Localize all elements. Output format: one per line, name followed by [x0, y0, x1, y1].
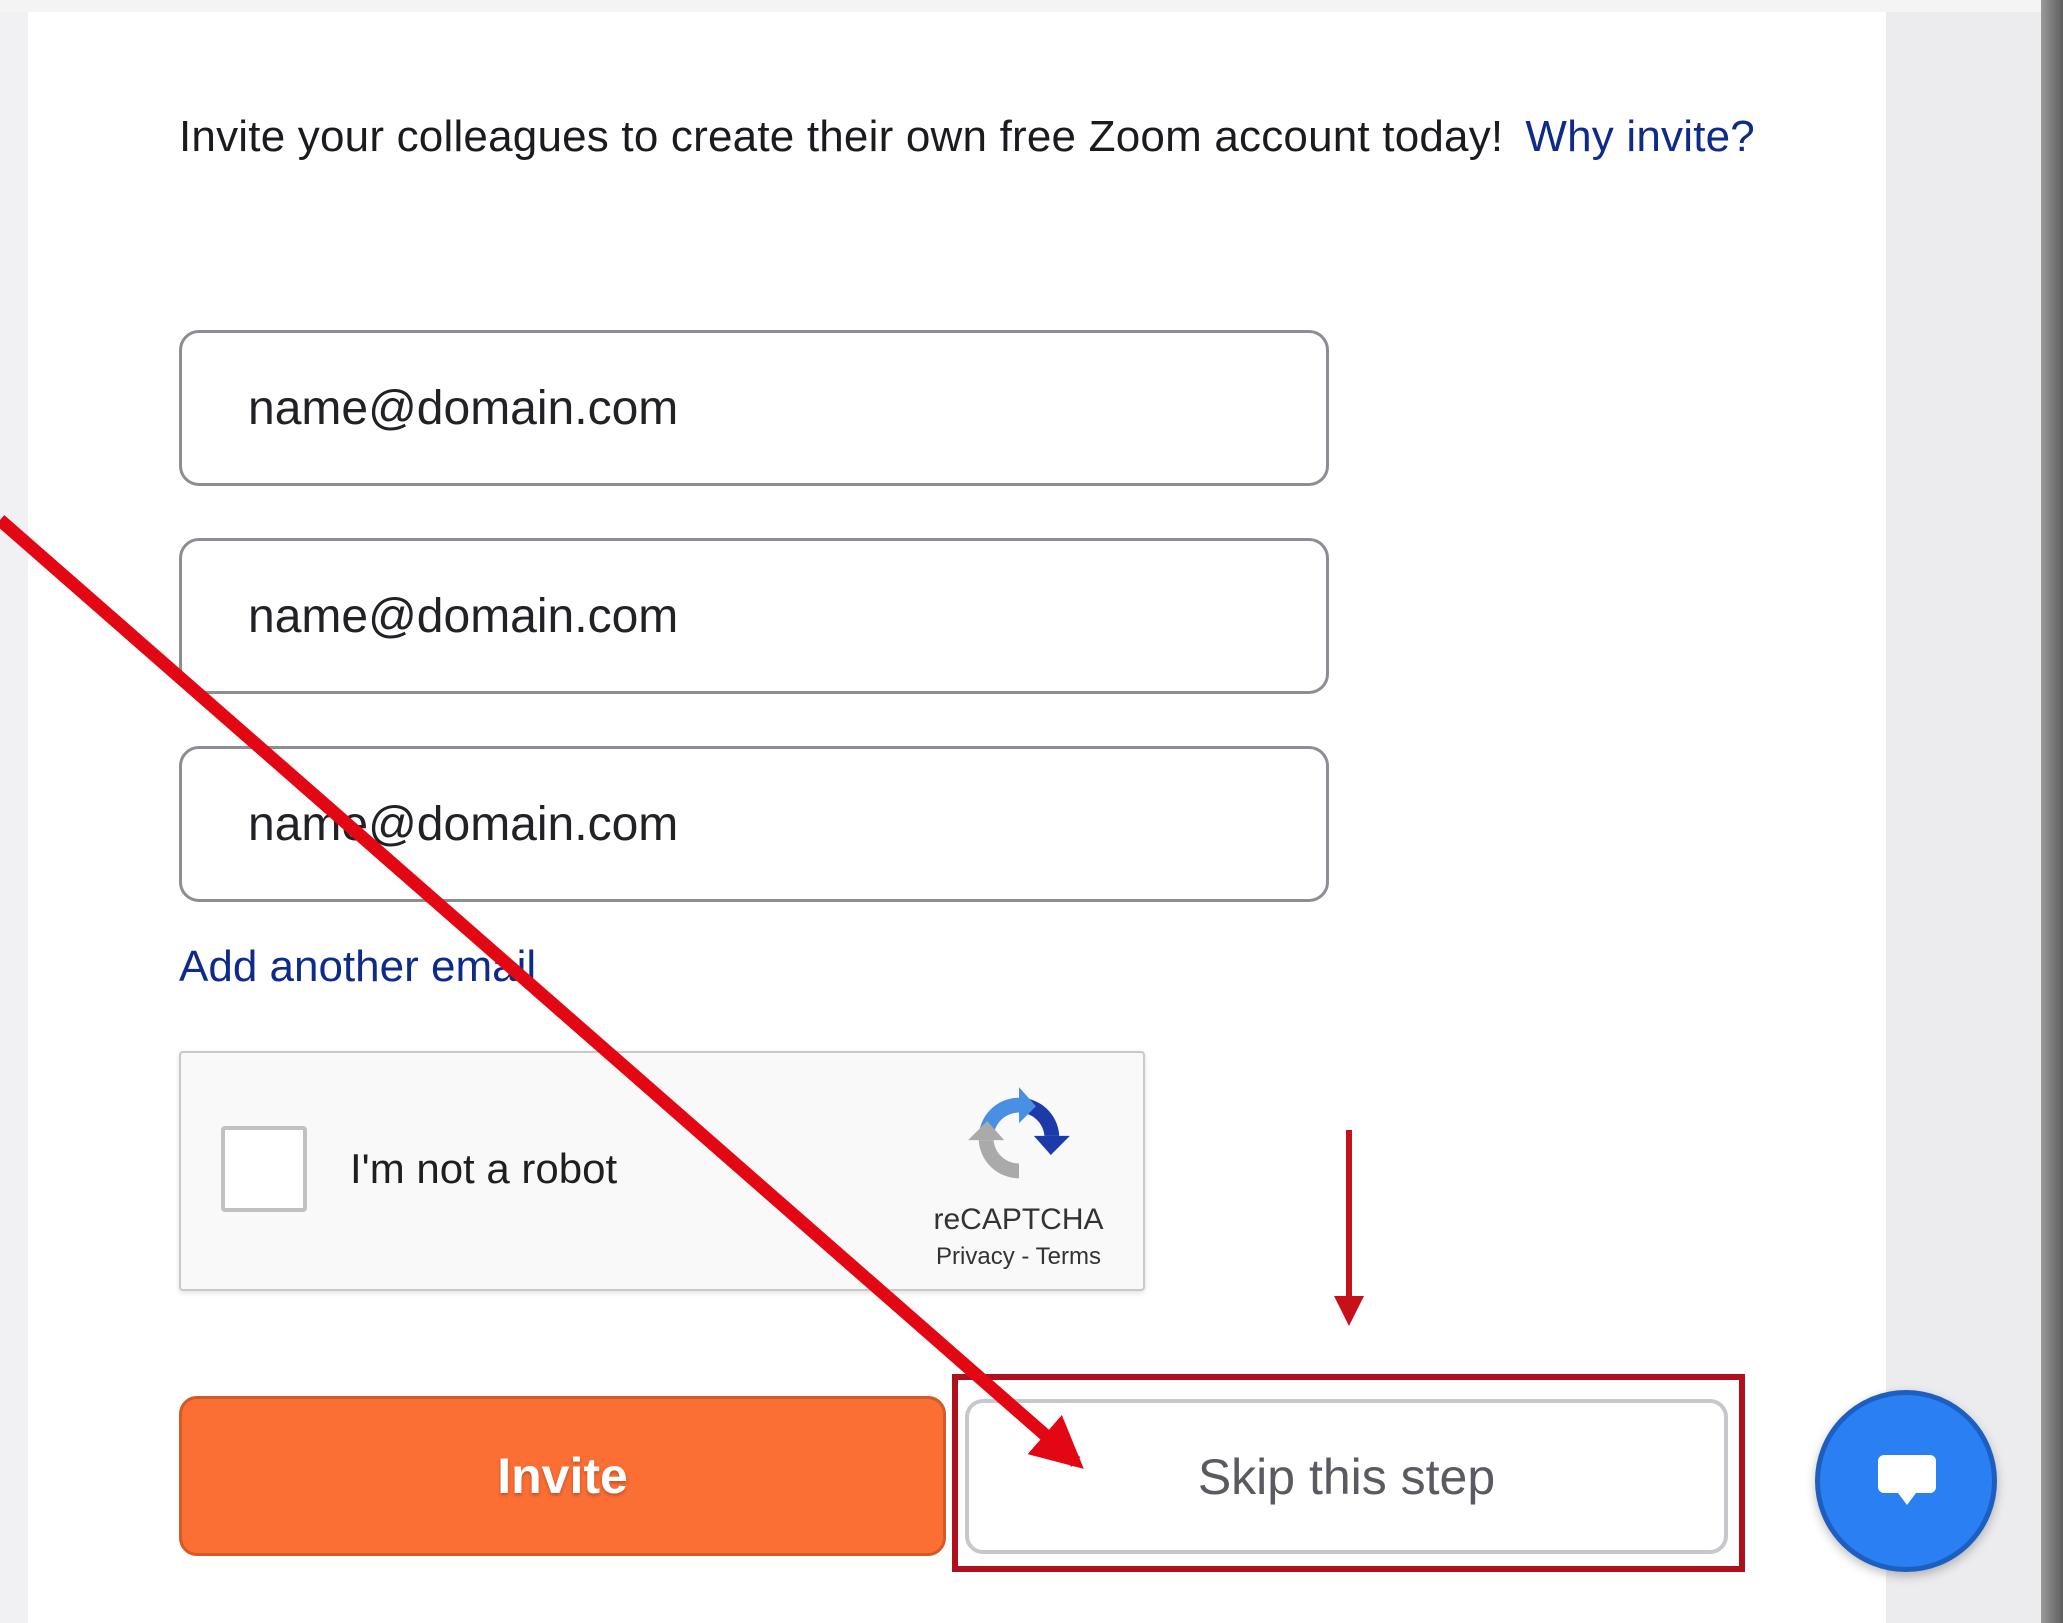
intro-text: Invite your colleagues to create their o…	[179, 112, 1755, 162]
chat-button[interactable]	[1815, 1390, 1997, 1572]
captcha-privacy-link[interactable]: Privacy	[936, 1243, 1015, 1270]
right-gutter	[1886, 12, 2041, 1623]
captcha-brand: reCAPTCHA	[933, 1203, 1104, 1236]
add-another-email-link[interactable]: Add another email	[179, 942, 536, 992]
recaptcha-widget: I'm not a robot reCAPTCHA Privacy - Term…	[179, 1051, 1145, 1291]
why-invite-link[interactable]: Why invite?	[1525, 112, 1755, 161]
intro-message: Invite your colleagues to create their o…	[179, 112, 1504, 161]
email-field-2[interactable]	[179, 538, 1329, 694]
captcha-separator: -	[1014, 1243, 1036, 1270]
email-field-1[interactable]	[179, 330, 1329, 486]
chat-bubble-icon	[1878, 1455, 1936, 1505]
invite-button[interactable]: Invite	[179, 1396, 946, 1556]
email-field-3[interactable]	[179, 746, 1329, 902]
captcha-checkbox[interactable]	[221, 1126, 307, 1212]
captcha-label: I'm not a robot	[350, 1145, 618, 1192]
captcha-terms-link[interactable]: Terms	[1036, 1243, 1101, 1270]
captcha-links: Privacy - Terms	[911, 1243, 1126, 1271]
window-edge	[2041, 0, 2063, 1623]
page: Invite your colleagues to create their o…	[0, 0, 2063, 1623]
skip-this-step-button[interactable]: Skip this step	[965, 1399, 1728, 1554]
top-strip	[0, 0, 2041, 12]
recaptcha-logo-icon	[968, 1087, 1070, 1179]
